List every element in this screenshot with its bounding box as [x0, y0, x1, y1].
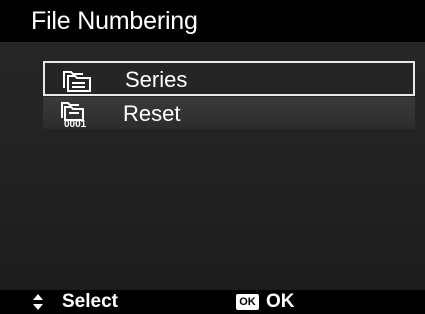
page-title: File Numbering [31, 7, 198, 35]
up-down-arrows-icon [33, 294, 43, 310]
title-bar: File Numbering [0, 0, 425, 42]
ok-hint-label: OK [266, 291, 295, 312]
ok-button-icon: OK [236, 294, 259, 310]
menu-item-reset[interactable]: 0001 Reset [43, 97, 415, 129]
menu-item-series[interactable]: Series [43, 61, 415, 96]
footer-hint-bar: Select OK OK [0, 290, 425, 314]
menu-panel: Series 0001 Reset [0, 42, 425, 290]
folder-reset-0001-icon: 0001 [61, 102, 87, 128]
icon-number-text: 0001 [64, 119, 87, 128]
folder-series-icon [63, 71, 91, 92]
select-hint-label: Select [62, 291, 118, 312]
menu-item-label: Reset [123, 101, 181, 126]
menu-item-label: Series [125, 67, 188, 92]
camera-menu-screen: File Numbering Series 0001 Reset Select … [0, 0, 425, 314]
